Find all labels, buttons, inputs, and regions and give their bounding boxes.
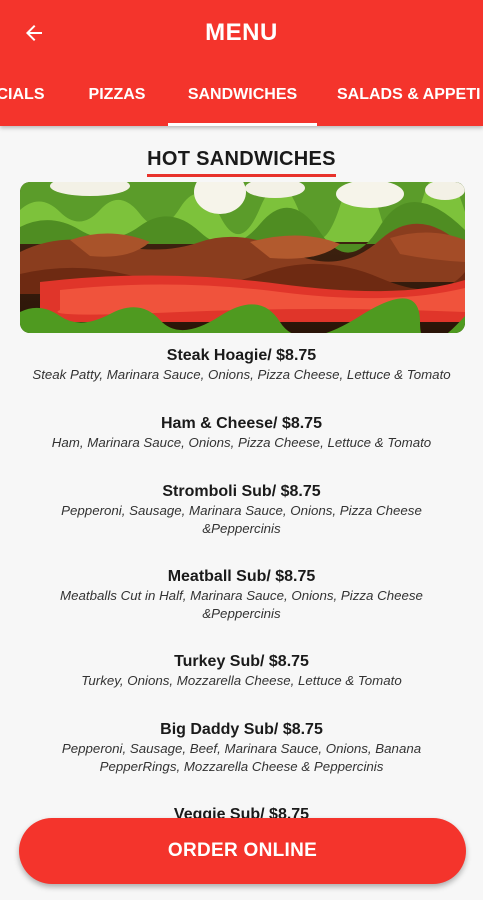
- item-description: Steak Patty, Marinara Sauce, Onions, Piz…: [32, 367, 451, 382]
- section-title: HOT SANDWICHES: [147, 148, 336, 177]
- item-description: &Peppercinis: [202, 606, 281, 621]
- menu-item[interactable]: Meatball Sub/ $8.75 Meatballs Cut in Hal…: [14, 567, 469, 623]
- tab-specials[interactable]: CIALS: [0, 66, 49, 126]
- menu-item[interactable]: Big Daddy Sub/ $8.75 Pepperoni, Sausage,…: [14, 720, 469, 776]
- menu-content[interactable]: HOT SANDWICHES Steak Hoagie/ $8.75 Steak…: [0, 126, 483, 900]
- item-name: Turkey Sub/ $8.75: [174, 653, 309, 670]
- item-description: Turkey, Onions, Mozzarella Cheese, Lettu…: [81, 673, 402, 688]
- tab-pizzas[interactable]: PIZZAS: [79, 66, 155, 126]
- item-name: Ham & Cheese/ $8.75: [161, 415, 322, 432]
- order-online-button[interactable]: ORDER ONLINE: [19, 818, 466, 884]
- tab-sandwiches[interactable]: SANDWICHES: [168, 66, 317, 126]
- item-name: Stromboli Sub/ $8.75: [162, 483, 321, 500]
- sandwich-illustration: [20, 182, 465, 333]
- section-heading: HOT SANDWICHES: [0, 148, 483, 177]
- item-description: Pepperoni, Sausage, Beef, Marinara Sauce…: [61, 741, 422, 756]
- item-name: Steak Hoagie/ $8.75: [166, 347, 317, 364]
- toolbar: MENU: [0, 0, 483, 66]
- item-name: Big Daddy Sub/ $8.75: [160, 721, 323, 738]
- menu-item[interactable]: Turkey Sub/ $8.75 Turkey, Onions, Mozzar…: [14, 652, 469, 690]
- item-description: &Peppercinis: [202, 521, 281, 536]
- app-bar: MENU CIALS PIZZAS SANDWICHES SALADS & AP…: [0, 0, 483, 126]
- item-name: Meatball Sub/ $8.75: [167, 568, 316, 585]
- menu-item[interactable]: Steak Hoagie/ $8.75 Steak Patty, Marinar…: [14, 346, 469, 384]
- menu-item[interactable]: Stromboli Sub/ $8.75 Pepperoni, Sausage,…: [14, 482, 469, 538]
- page-title: MENU: [205, 19, 278, 46]
- item-description: Ham, Marinara Sauce, Onions, Pizza Chees…: [51, 435, 432, 450]
- item-description: Pepperoni, Sausage, Marinara Sauce, Onio…: [61, 503, 422, 518]
- category-tabs: CIALS PIZZAS SANDWICHES SALADS & APPETI: [0, 66, 483, 126]
- item-description: PepperRings, Mozzarella Cheese & Pepperc…: [99, 759, 384, 774]
- sandwich-photo: [20, 182, 465, 333]
- menu-item[interactable]: Ham & Cheese/ $8.75 Ham, Marinara Sauce,…: [14, 414, 469, 452]
- tab-salads-appetizers[interactable]: SALADS & APPETI: [337, 66, 483, 126]
- item-description: Meatballs Cut in Half, Marinara Sauce, O…: [60, 588, 423, 603]
